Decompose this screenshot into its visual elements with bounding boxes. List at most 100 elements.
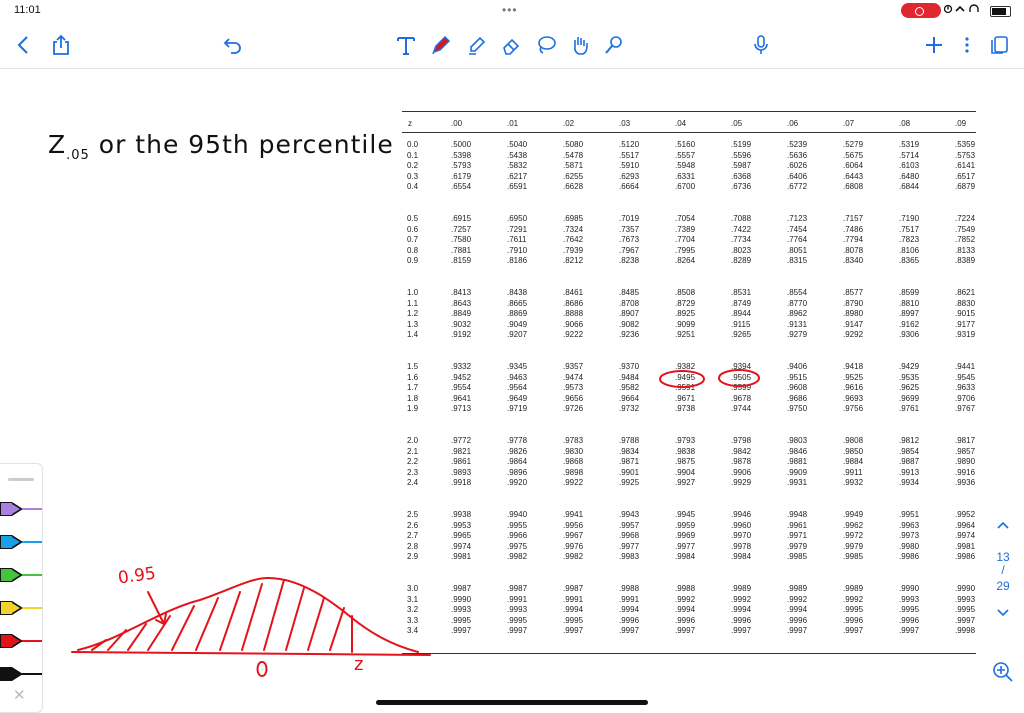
lasso-icon[interactable]	[533, 32, 559, 58]
close-tray-icon[interactable]: ✕	[13, 686, 26, 704]
add-icon[interactable]	[921, 32, 947, 58]
table-cell: .9608	[787, 383, 808, 393]
table-cell: .9929	[731, 478, 752, 488]
table-cell: .6736	[731, 182, 752, 192]
toolbar	[0, 24, 1024, 68]
table-cell: .6331	[675, 171, 696, 181]
table-cell: .7794	[843, 235, 864, 245]
table-cell: .9699	[899, 393, 920, 403]
row-z-value: 1.1	[407, 298, 419, 308]
table-cell: .9983	[619, 552, 640, 562]
table-cell: .9927	[675, 478, 696, 488]
yellow-pen-icon[interactable]	[0, 599, 42, 617]
hand-tool-icon[interactable]	[567, 32, 593, 58]
more-icon[interactable]	[954, 32, 980, 58]
table-row: 0.6 .7257 .7291 .7324 .7357 .7389 .7422 .7454 .7…	[402, 225, 976, 236]
laser-pointer-icon[interactable]	[601, 32, 627, 58]
table-cell: .9998	[955, 626, 976, 636]
table-cell: .9761	[899, 404, 920, 414]
table-cell: .8264	[675, 256, 696, 266]
table-cell: .6179	[451, 171, 472, 181]
table-cell: .7852	[955, 235, 976, 245]
table-cell: .9996	[787, 615, 808, 625]
green-pen-icon[interactable]	[0, 566, 42, 584]
page-navigator: 13 / 29	[988, 518, 1018, 628]
pages-icon[interactable]	[986, 32, 1012, 58]
text-tool-icon[interactable]	[393, 32, 419, 58]
red-pen-icon[interactable]	[0, 632, 42, 650]
table-cell: .8159	[451, 256, 472, 266]
table-cell: .9945	[675, 510, 696, 519]
table-cell: .9842	[731, 446, 752, 456]
pen-tool-icon[interactable]	[428, 32, 454, 58]
table-cell: .9996	[899, 615, 920, 625]
row-z-value: 0.1	[407, 150, 419, 160]
pen-tray[interactable]: ✕	[0, 463, 43, 713]
table-cell: .9357	[563, 362, 584, 371]
table-cell: .9846	[787, 446, 808, 456]
table-cell: .9783	[563, 436, 584, 445]
table-cell: .9406	[787, 362, 808, 371]
zoom-icon[interactable]	[991, 660, 1015, 684]
table-cell: .9394	[731, 362, 752, 371]
table-cell: .7580	[451, 235, 472, 245]
row-z-value: 0.6	[407, 224, 419, 234]
table-cell: .8849	[451, 309, 472, 319]
table-row: 3.1 .9990 .9991 .9991 .9991 .9992 .9992 .9992 .9…	[402, 595, 976, 606]
table-row: 0.7 .7580 .7611 .7642 .7673 .7704 .7734 .7764 .7…	[402, 235, 976, 246]
eraser-icon[interactable]	[498, 32, 524, 58]
table-cell: .9463	[507, 372, 528, 382]
table-cell: .6368	[731, 171, 752, 181]
table-row: 2.9 .9981 .9982 .9982 .9983 .9984 .9984 .9985 .9…	[402, 552, 976, 563]
table-cell: .9082	[619, 319, 640, 329]
table-cell: .9946	[731, 510, 752, 519]
row-z-value: 1.4	[407, 330, 419, 340]
chevron-up-icon[interactable]	[996, 518, 1010, 533]
table-cell: .9719	[507, 404, 528, 414]
table-cell: .9162	[899, 319, 920, 329]
table-cell: .9997	[451, 626, 472, 636]
table-cell: .8830	[955, 298, 976, 308]
table-cell: .9798	[731, 436, 752, 445]
back-icon[interactable]	[10, 32, 36, 58]
table-cell: .7454	[787, 224, 808, 234]
table-cell: .9982	[563, 552, 584, 562]
table-cell: .9973	[899, 531, 920, 541]
table-cell: .9918	[451, 478, 472, 488]
home-indicator[interactable]	[376, 700, 648, 705]
table-row: 0.5 .6915 .6950 .6985 .7019 .7054 .7088 .7123 .7…	[402, 214, 976, 225]
tray-handle[interactable]	[8, 478, 34, 481]
row-z-value: 2.7	[407, 531, 419, 541]
row-z-value: 0.5	[407, 214, 419, 223]
blue-pen-icon[interactable]	[0, 533, 42, 551]
table-cell: .6026	[787, 161, 808, 171]
mic-icon[interactable]	[748, 32, 774, 58]
row-z-value: 1.2	[407, 309, 419, 319]
table-cell: .5478	[563, 150, 584, 160]
table-cell: .9192	[451, 330, 472, 340]
undo-icon[interactable]	[220, 32, 246, 58]
table-cell: .9830	[563, 446, 584, 456]
table-cell: .8621	[955, 288, 976, 297]
table-cell: .9803	[787, 436, 808, 445]
table-cell: .9864	[507, 457, 528, 467]
table-cell: .9994	[619, 605, 640, 615]
screen-recording-icon[interactable]	[901, 3, 941, 18]
chevron-down-icon[interactable]	[996, 606, 1010, 621]
purple-pen-icon[interactable]	[0, 500, 42, 518]
multitasking-dots[interactable]: •••	[502, 3, 518, 17]
table-cell: .9535	[899, 372, 920, 382]
table-cell: .9664	[619, 393, 640, 403]
highlighter-icon[interactable]	[464, 32, 490, 58]
table-cell: .9922	[563, 478, 584, 488]
table-cell: .9972	[843, 531, 864, 541]
table-cell: .9292	[843, 330, 864, 340]
table-cell: .7995	[675, 245, 696, 255]
table-cell: .9738	[675, 404, 696, 414]
share-icon[interactable]	[48, 32, 74, 58]
table-cell: .9441	[955, 362, 976, 371]
black-pen-icon[interactable]	[0, 665, 42, 683]
table-cell: .5714	[899, 150, 920, 160]
table-cell: .9968	[619, 531, 640, 541]
table-cell: .7673	[619, 235, 640, 245]
